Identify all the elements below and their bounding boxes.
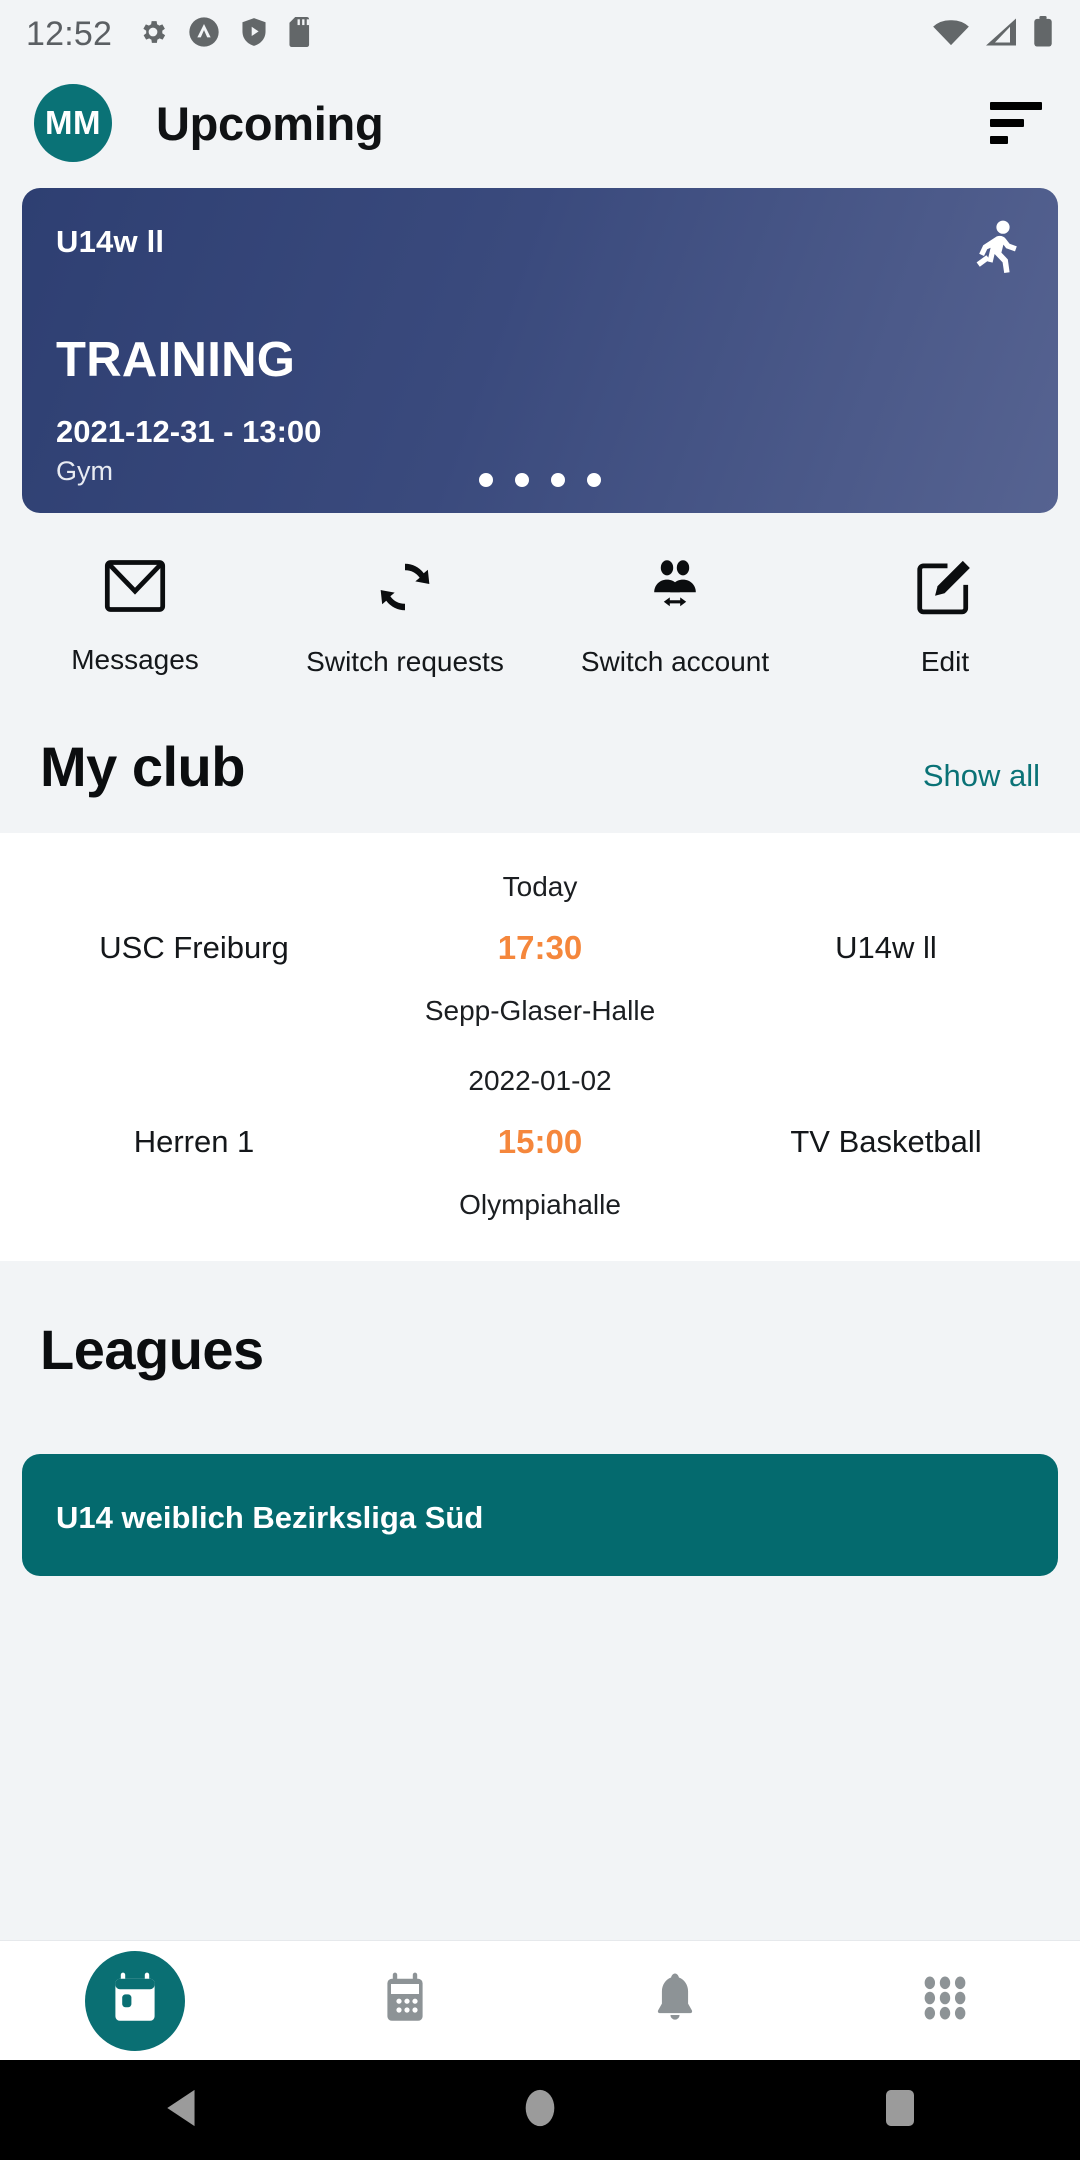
show-all-link[interactable]: Show all <box>923 758 1040 794</box>
match-teams-row: Herren 1 15:00 TV Basketball <box>0 1123 1080 1161</box>
match-away-team: U14w ll <box>835 930 937 965</box>
page-dot[interactable] <box>551 473 565 487</box>
wifi-icon <box>932 17 970 52</box>
sort-filter-icon[interactable] <box>990 101 1046 145</box>
status-bar-system-icons <box>932 15 1054 53</box>
upcoming-event-card[interactable]: U14w ll TRAINING 2021-12-31 - 13:00 Gym <box>22 188 1058 513</box>
match-venue: Sepp-Glaser-Halle <box>424 995 656 1026</box>
page-title: Upcoming <box>156 96 384 150</box>
carousel-page-dots[interactable] <box>22 473 1058 487</box>
match-home-team: Herren 1 <box>133 1124 255 1159</box>
event-team: U14w ll <box>56 224 165 259</box>
system-home-button[interactable] <box>360 2087 720 2134</box>
avatar[interactable]: MM <box>34 84 112 162</box>
match-home-team: USC Freiburg <box>99 930 289 965</box>
nav-item-calendar[interactable] <box>270 1972 540 2029</box>
section-title-my-club: My club <box>40 735 245 798</box>
match-time: 15:00 <box>497 1123 583 1160</box>
event-datetime: 2021-12-31 - 13:00 <box>56 414 322 449</box>
my-club-match-list: Today USC Freiburg 17:30 U14w ll Sepp-Gl… <box>0 833 1080 1261</box>
sd-card-icon <box>288 16 314 52</box>
hero-card-container: U14w ll TRAINING 2021-12-31 - 13:00 Gym <box>0 178 1080 513</box>
system-back-button[interactable] <box>0 2088 360 2133</box>
match-venue: Olympiahalle <box>459 1189 621 1220</box>
quick-action-switch-account[interactable]: Switch account <box>540 559 810 678</box>
match-date: 2022-01-02 <box>468 1065 612 1096</box>
back-triangle-icon <box>163 2088 197 2133</box>
leagues-header: Leagues <box>0 1261 1080 1382</box>
bell-icon <box>650 1971 700 2030</box>
system-navigation-bar <box>0 2060 1080 2160</box>
page-dot[interactable] <box>479 473 493 487</box>
match-away-team: TV Basketball <box>790 1124 982 1159</box>
leagues-card-container: U14 weiblich Bezirksliga Süd <box>0 1382 1080 1576</box>
section-title-leagues: Leagues <box>40 1318 264 1381</box>
quick-action-label: Edit <box>920 646 970 677</box>
system-recents-button[interactable] <box>720 2088 1080 2133</box>
app-circle-icon <box>188 16 220 53</box>
recents-square-icon <box>884 2088 916 2133</box>
refresh-icon <box>377 559 433 620</box>
home-circle-icon <box>522 2087 558 2134</box>
app-bar: MM Upcoming <box>0 68 1080 178</box>
bottom-navigation <box>0 1940 1080 2060</box>
shield-play-icon <box>240 17 268 52</box>
people-switch-icon <box>645 559 705 620</box>
nav-item-upcoming[interactable] <box>0 1950 270 2051</box>
nav-item-apps[interactable] <box>810 1972 1080 2029</box>
league-card[interactable]: U14 weiblich Bezirksliga Süd <box>22 1454 1058 1576</box>
calendar-event-icon <box>110 1972 160 2029</box>
status-bar-clock: 12:52 <box>26 14 113 53</box>
nav-active-indicator <box>85 1950 185 2051</box>
league-name: U14 weiblich Bezirksliga Süd <box>56 1500 484 1535</box>
quick-actions-row: Messages Switch requests Switch account … <box>0 513 1080 716</box>
quick-action-switch-requests[interactable]: Switch requests <box>270 559 540 678</box>
match-list-item[interactable]: 2022-01-02 Herren 1 15:00 TV Basketball … <box>0 1045 1080 1239</box>
quick-action-label: Switch requests <box>306 646 504 677</box>
app-root: 12:52 MM Upcoming U14w ll TRAINING 2021-… <box>0 0 1080 2160</box>
match-list-item[interactable]: Today USC Freiburg 17:30 U14w ll Sepp-Gl… <box>0 851 1080 1045</box>
edit-pencil-icon <box>916 559 974 620</box>
page-dot[interactable] <box>515 473 529 487</box>
match-date: Today <box>502 871 578 902</box>
nav-item-notifications[interactable] <box>540 1971 810 2030</box>
calendar-month-icon <box>380 1972 430 2029</box>
match-teams-row: USC Freiburg 17:30 U14w ll <box>0 929 1080 967</box>
quick-action-messages[interactable]: Messages <box>0 559 270 678</box>
match-time: 17:30 <box>497 929 583 966</box>
quick-action-edit[interactable]: Edit <box>810 559 1080 678</box>
grid-apps-icon <box>919 1972 971 2029</box>
quick-action-label: Messages <box>71 644 199 675</box>
event-type: TRAINING <box>56 333 296 387</box>
my-club-header: My club Show all <box>0 716 1080 833</box>
running-person-icon <box>970 220 1022 281</box>
quick-action-label: Switch account <box>580 646 770 677</box>
page-dot[interactable] <box>587 473 601 487</box>
cellular-signal-icon <box>984 17 1018 52</box>
gear-icon <box>138 17 168 52</box>
battery-icon <box>1032 15 1054 53</box>
mail-icon <box>104 559 166 618</box>
status-bar: 12:52 <box>0 0 1080 68</box>
status-bar-notification-icons <box>138 16 314 53</box>
